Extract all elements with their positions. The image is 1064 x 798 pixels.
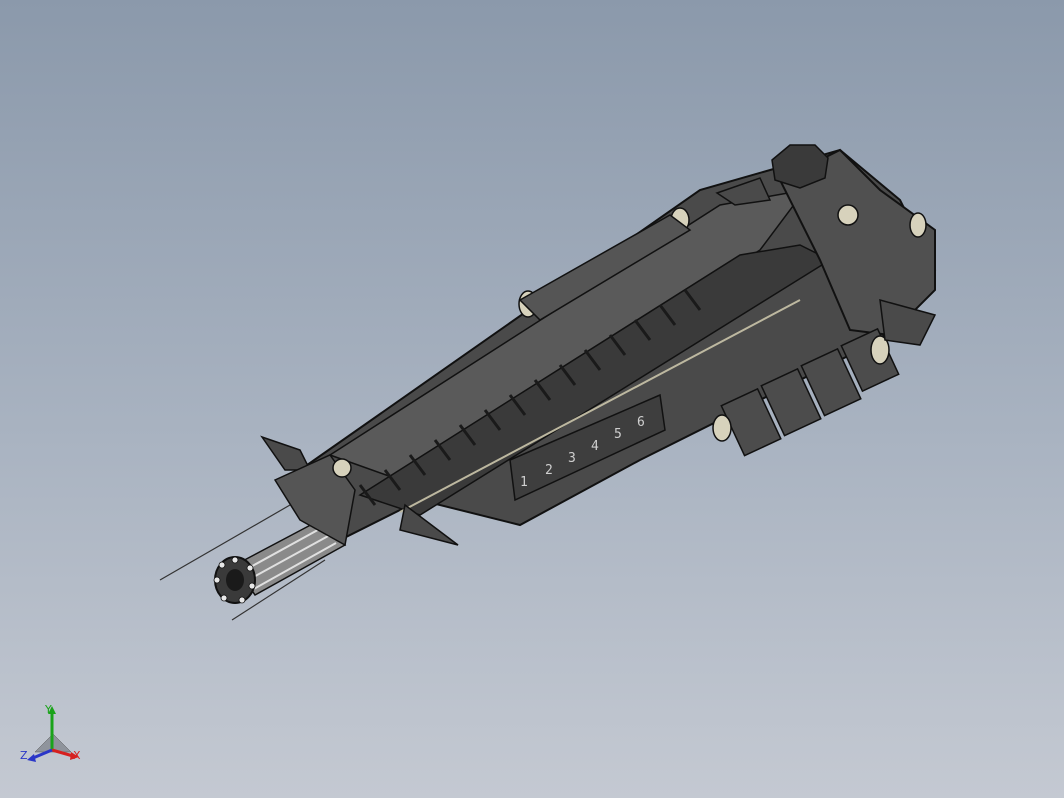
panel-number-2: 2 xyxy=(545,463,553,478)
triad-x-label: X xyxy=(73,749,81,762)
model-sight-knob xyxy=(837,204,859,226)
model-fin-rear xyxy=(879,298,937,346)
graphics-viewport[interactable]: 1 2 3 4 5 6 Y X Z xyxy=(0,0,1064,798)
3d-model-gun[interactable]: 1 2 3 4 5 6 xyxy=(0,0,1064,798)
triad-z-arrow xyxy=(27,754,36,762)
panel-number-1: 1 xyxy=(520,475,528,490)
model-fin-bottom xyxy=(399,503,459,546)
panel-number-5: 5 xyxy=(614,427,622,442)
model-front-knob xyxy=(332,458,352,478)
panel-number-3: 3 xyxy=(568,451,576,466)
panel-number-6: 6 xyxy=(637,415,645,430)
view-triad: Y X Z xyxy=(18,700,88,770)
model-muzzle-core xyxy=(226,569,244,591)
model-fin-top-left xyxy=(260,435,312,471)
triad-y-label: Y xyxy=(45,703,52,716)
triad-z-label: Z xyxy=(20,749,28,762)
panel-number-4: 4 xyxy=(591,439,599,454)
